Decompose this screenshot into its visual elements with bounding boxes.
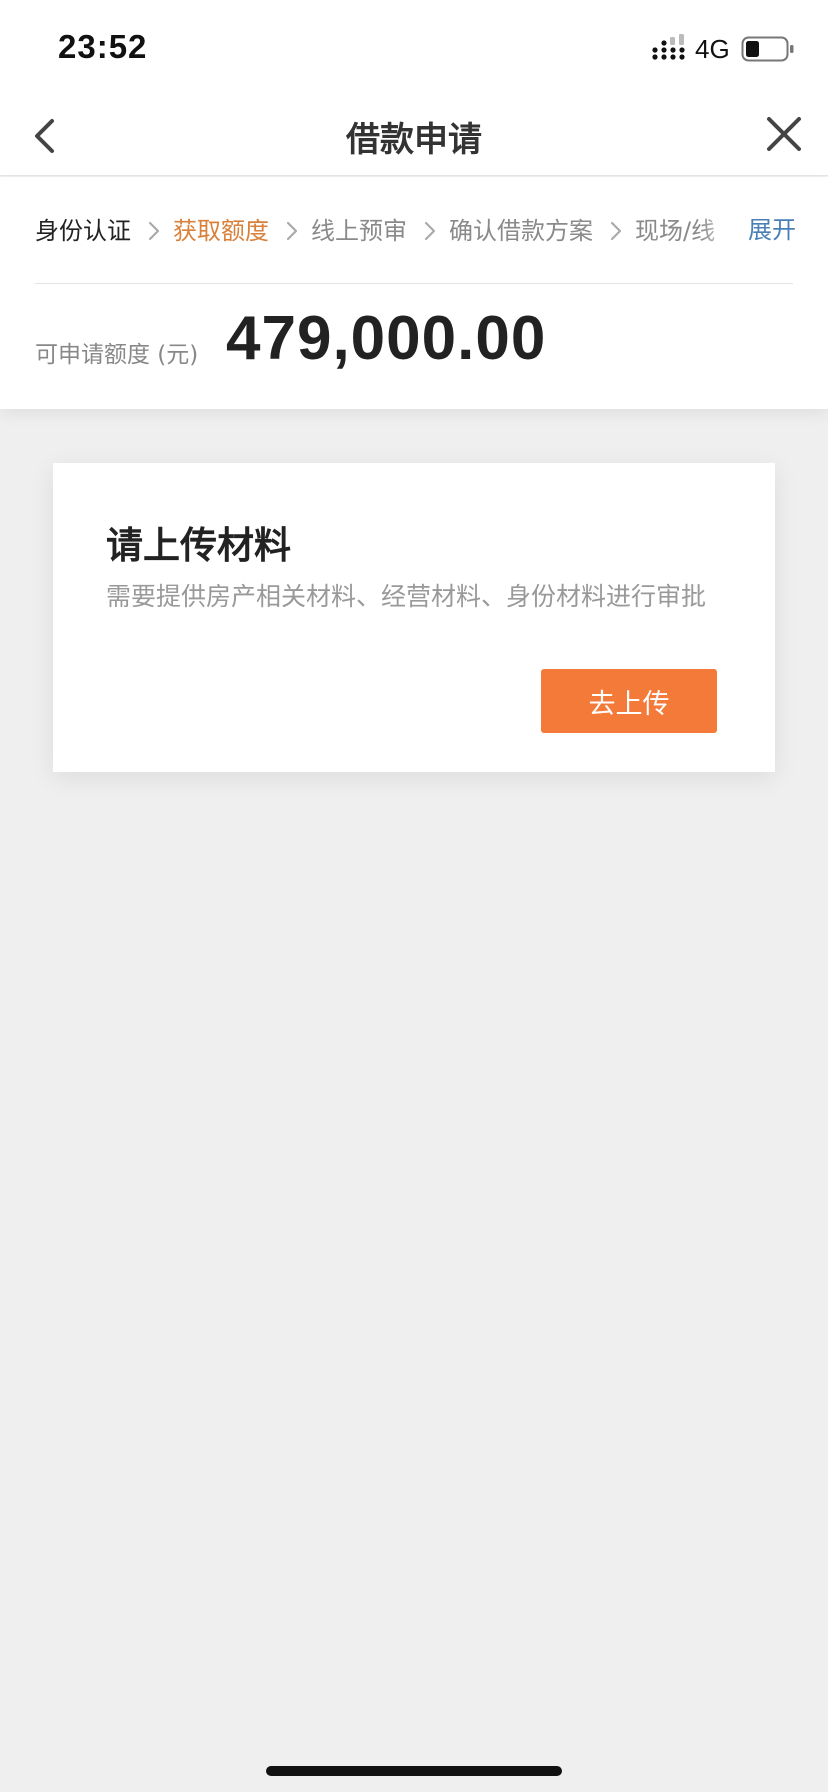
steps-fade	[700, 210, 740, 250]
status-bar: 23:52 4G	[0, 0, 828, 96]
divider	[35, 283, 793, 284]
chevron-right-icon	[424, 221, 436, 241]
signal-icon	[652, 34, 685, 60]
status-time: 23:52	[58, 28, 148, 65]
step-identity-verification: 身份认证	[35, 217, 131, 245]
step-online-prereview: 线上预审	[311, 217, 407, 245]
battery-icon	[741, 36, 794, 62]
chevron-right-icon	[148, 221, 160, 241]
application-header-panel: 身份认证 获取额度 线上预审 确认借款方案 现场/线 展开 可申请额度 (元) 479,…	[0, 177, 828, 409]
chevron-right-icon	[286, 221, 298, 241]
network-label: 4G	[695, 34, 730, 64]
expand-steps-link[interactable]: 展开	[744, 210, 796, 250]
progress-steps: 身份认证 获取额度 线上预审 确认借款方案 现场/线	[35, 210, 795, 250]
step-get-quota: 获取额度	[173, 217, 269, 245]
upload-materials-card: 请上传材料 需要提供房产相关材料、经营材料、身份材料进行审批 去上传	[53, 463, 775, 772]
home-indicator	[266, 1766, 562, 1776]
quota-label: 可申请额度 (元)	[35, 342, 199, 368]
go-upload-button[interactable]: 去上传	[541, 669, 717, 733]
card-title: 请上传材料	[106, 524, 291, 567]
step-confirm-loan-plan: 确认借款方案	[449, 217, 593, 245]
quota-amount: 479,000.00	[226, 304, 547, 373]
chevron-right-icon	[610, 221, 622, 241]
close-icon[interactable]	[764, 112, 804, 158]
nav-bar: 借款申请	[0, 96, 828, 176]
card-description: 需要提供房产相关材料、经营材料、身份材料进行审批	[106, 582, 707, 611]
page-title: 借款申请	[346, 120, 482, 160]
